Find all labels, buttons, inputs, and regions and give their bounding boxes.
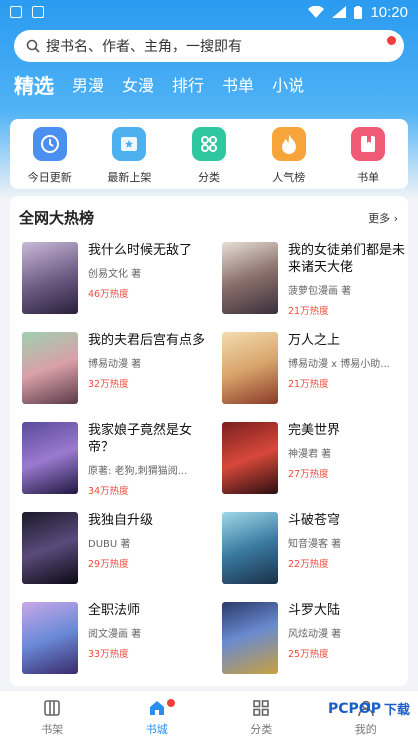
comic-cover <box>22 422 78 494</box>
comic-item[interactable]: 斗罗大陆 风炫动漫 著 25万热度 <box>222 602 412 676</box>
watermark: PCPOP 下载 <box>328 699 410 719</box>
category-shortcuts: 今日更新 最新上架 分类 人气榜 书单 <box>10 119 408 189</box>
tab-booklist[interactable]: 书单 <box>222 74 254 98</box>
shortcut-popularity[interactable]: 人气榜 <box>249 119 329 189</box>
wifi-icon <box>308 6 325 18</box>
star-icon <box>112 127 147 161</box>
watermark-logo: PCPOP <box>328 700 381 717</box>
tab-ranking[interactable]: 排行 <box>172 74 204 98</box>
search-bar[interactable]: 搜书名、作者、主角，一搜即有 <box>14 30 404 62</box>
comic-cover <box>222 512 278 584</box>
hot-ranking-section: 全网大热榜 更多 › 我什么时候无敌了 创易文化 著 46万热度 我的女徒弟们都是未… <box>10 196 408 686</box>
comic-item[interactable]: 完美世界 神漫君 著 27万热度 <box>222 422 412 496</box>
grid-icon <box>191 127 226 161</box>
tab-novels[interactable]: 小说 <box>272 74 304 98</box>
status-time: 10:20 <box>370 3 408 21</box>
status-bar: 10:20 <box>0 0 418 24</box>
comic-cover <box>22 332 78 404</box>
tab-female-comics[interactable]: 女漫 <box>122 74 154 98</box>
shortcut-categories[interactable]: 分类 <box>169 119 249 189</box>
home-icon <box>149 700 164 715</box>
shield-icon <box>10 6 22 18</box>
comic-cover <box>22 602 78 674</box>
watermark-text: 下载 <box>383 703 410 718</box>
more-link[interactable]: 更多 › <box>368 210 398 226</box>
shortcut-booklist[interactable]: 书单 <box>328 119 408 189</box>
search-placeholder: 搜书名、作者、主角，一搜即有 <box>46 39 242 55</box>
signal-icon <box>332 6 347 18</box>
comic-cover <box>222 422 278 494</box>
message-dot <box>387 36 396 45</box>
comic-cover <box>222 332 278 404</box>
bookshelf-icon <box>44 699 61 716</box>
battery-icon <box>354 5 363 19</box>
shortcut-today-updates[interactable]: 今日更新 <box>10 119 90 189</box>
bookmark-icon <box>351 127 386 161</box>
nav-bookstore[interactable]: 书城 <box>105 691 210 743</box>
comic-cover <box>22 512 78 584</box>
notification-icon <box>32 6 44 18</box>
comic-item[interactable]: 我独自升级 DUBU 著 29万热度 <box>22 512 212 586</box>
comic-item[interactable]: 我什么时候无敌了 创易文化 著 46万热度 <box>22 242 212 316</box>
search-icon <box>26 39 40 53</box>
clock-icon <box>32 127 67 161</box>
category-icon <box>253 699 270 716</box>
comic-item[interactable]: 斗破苍穹 知音漫客 著 22万热度 <box>222 512 412 586</box>
section-title: 全网大热榜 <box>19 209 95 227</box>
shortcut-new-releases[interactable]: 最新上架 <box>90 119 170 189</box>
comic-item[interactable]: 万人之上 博易动漫 x 博易小助... 21万热度 <box>222 332 412 406</box>
comic-cover <box>222 602 278 674</box>
tab-featured[interactable]: 精选 <box>14 74 54 98</box>
comic-item[interactable]: 我的女徒弟们都是未来诸天大佬 菠萝包漫画 著 21万热度 <box>222 242 412 317</box>
fire-icon <box>271 127 306 161</box>
comic-item[interactable]: 全职法师 阅文漫画 著 33万热度 <box>22 602 212 676</box>
comic-cover <box>222 242 278 314</box>
tab-male-comics[interactable]: 男漫 <box>72 74 104 98</box>
comic-item[interactable]: 我家娘子竟然是女帝？ 原著: 老狗,刺猬猫阅... 34万热度 <box>22 422 212 497</box>
notification-badge <box>167 699 176 707</box>
nav-bookshelf[interactable]: 书架 <box>0 691 105 743</box>
chevron-right-icon: › <box>390 212 398 225</box>
comic-cover <box>22 242 78 314</box>
comic-item[interactable]: 我的夫君后宫有点多 博易动漫 著 32万热度 <box>22 332 212 406</box>
nav-categories[interactable]: 分类 <box>209 691 314 743</box>
channel-tabs: 精选 男漫 女漫 排行 书单 小说 <box>14 74 304 98</box>
